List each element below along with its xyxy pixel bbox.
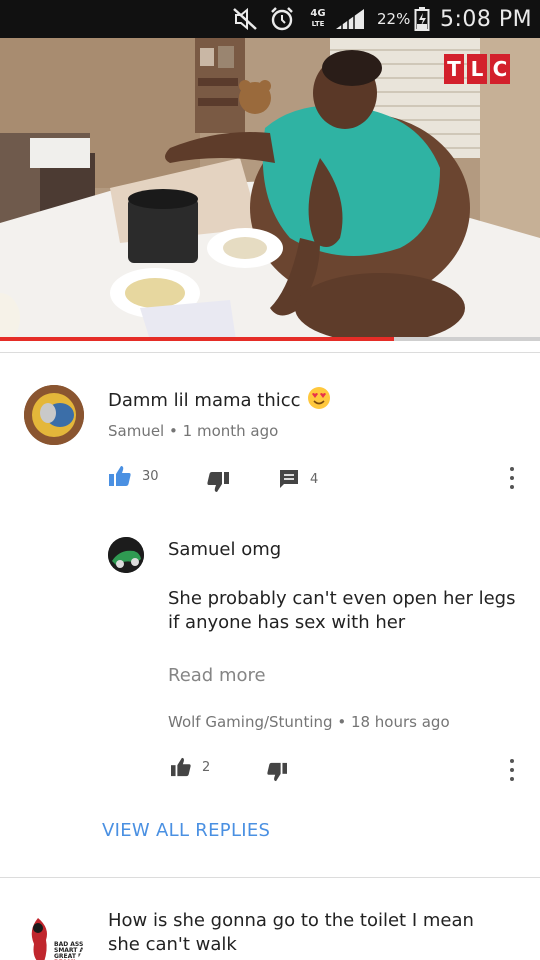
next-comment-text: How is she gonna go to the toilet I mean… bbox=[108, 909, 474, 957]
reply-count: 4 bbox=[310, 471, 319, 487]
network-type: 4G bbox=[310, 8, 326, 19]
video-progress-bar[interactable] bbox=[0, 337, 540, 341]
next-comment-avatar-image: BAD ASS. SMART A' GREAT R' BEAMI bbox=[24, 910, 84, 960]
avatar-image bbox=[24, 385, 84, 445]
reply-title: Samuel omg bbox=[168, 539, 282, 560]
reply-time: 18 hours ago bbox=[350, 713, 450, 731]
more-options-icon[interactable] bbox=[508, 467, 516, 489]
reply-meta: Wolf Gaming/Stunting • 18 hours ago bbox=[168, 713, 450, 731]
battery-charging-icon bbox=[414, 0, 432, 38]
clock-time: 5:08 PM bbox=[440, 6, 533, 32]
video-progress-fill bbox=[0, 337, 395, 341]
reply-author[interactable]: Wolf Gaming/Stunting bbox=[168, 713, 333, 731]
signal-strength-icon bbox=[334, 0, 368, 38]
reply-body: She probably can't even open her legs if… bbox=[168, 587, 515, 635]
reply-avatar[interactable] bbox=[108, 537, 144, 573]
comment-body: Damm lil mama thicc bbox=[108, 390, 301, 411]
reply-body-line: if anyone has sex with her bbox=[168, 612, 406, 633]
reply-body-line: She probably can't even open her legs bbox=[168, 588, 516, 609]
comment-time: 1 month ago bbox=[182, 422, 279, 440]
thumbs-up-icon bbox=[171, 757, 191, 777]
like-button[interactable]: 30 bbox=[108, 465, 159, 487]
status-bar: 4G LTE 22% 5:08 PM bbox=[0, 0, 540, 38]
comment-body-line: How is she gonna go to the toilet I mean bbox=[108, 910, 474, 931]
video-player[interactable]: T L C bbox=[0, 38, 540, 340]
reply-dislike-button[interactable] bbox=[266, 762, 288, 782]
logo-letter: T bbox=[444, 54, 464, 84]
logo-letter: C bbox=[490, 54, 510, 84]
mute-icon bbox=[233, 0, 259, 38]
comment-meta: Samuel • 1 month ago bbox=[108, 422, 278, 440]
reply-like-count: 2 bbox=[202, 759, 211, 775]
heart-eyes-emoji-icon bbox=[307, 386, 331, 415]
dislike-button[interactable] bbox=[206, 471, 230, 493]
like-count: 30 bbox=[142, 468, 159, 484]
comment-text: Damm lil mama thicc bbox=[108, 386, 331, 415]
comment-author[interactable]: Samuel bbox=[108, 422, 164, 440]
alarm-clock-icon bbox=[269, 0, 297, 38]
next-comment-avatar[interactable]: BAD ASS. SMART A' GREAT R' BEAMI bbox=[24, 910, 84, 960]
reply-avatar-image bbox=[108, 537, 144, 573]
thumbs-down-icon bbox=[267, 762, 287, 782]
view-all-replies-link[interactable]: VIEW ALL REPLIES bbox=[102, 820, 270, 841]
comment-icon bbox=[280, 470, 298, 488]
logo-letter: L bbox=[467, 54, 487, 84]
tlc-channel-logo: T L C bbox=[444, 54, 510, 84]
avatar[interactable] bbox=[24, 385, 84, 445]
read-more-link[interactable]: Read more bbox=[168, 665, 266, 686]
battery-percent: 22% bbox=[377, 10, 411, 28]
separator-dot: • bbox=[337, 713, 351, 731]
reply-like-button[interactable]: 2 bbox=[170, 757, 210, 777]
network-indicator: 4G LTE bbox=[306, 0, 330, 38]
thumbs-down-icon bbox=[207, 472, 229, 492]
separator-dot: • bbox=[169, 422, 183, 440]
comment-body-line: she can't walk bbox=[108, 934, 237, 955]
network-subtype: LTE bbox=[311, 20, 325, 28]
divider bbox=[0, 352, 540, 353]
divider bbox=[0, 877, 540, 878]
reply-more-options-icon[interactable] bbox=[508, 759, 516, 781]
thumbs-up-icon bbox=[109, 466, 131, 486]
reply-button[interactable]: 4 bbox=[278, 468, 318, 490]
